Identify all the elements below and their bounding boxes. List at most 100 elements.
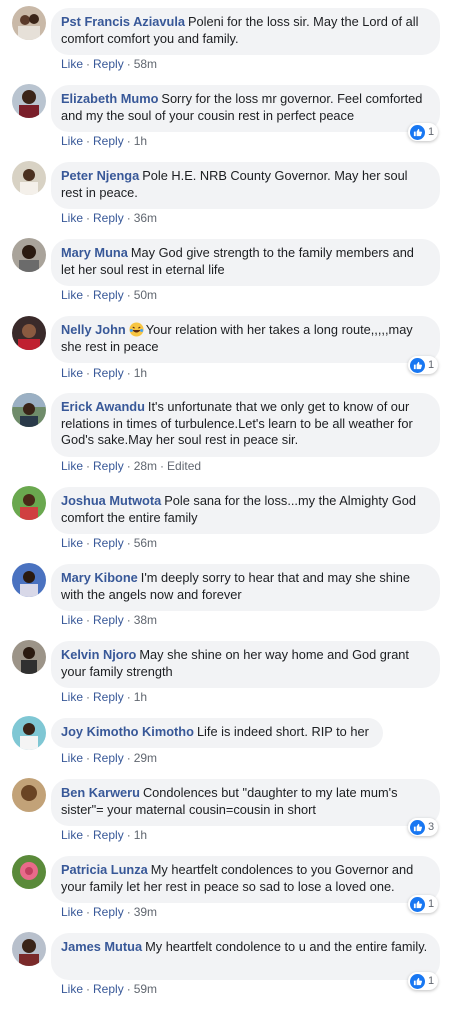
comment-author[interactable]: Patricia Lunza	[61, 862, 148, 877]
comment-time[interactable]: 1h	[134, 366, 147, 380]
like-link[interactable]: Like	[61, 57, 83, 71]
reaction-count[interactable]: 3	[408, 818, 439, 836]
comment-time[interactable]: 39m	[134, 905, 157, 919]
comment-author[interactable]: Ben Karweru	[61, 785, 140, 800]
avatar[interactable]	[12, 778, 46, 812]
reply-link[interactable]: Reply	[93, 751, 124, 765]
comment-author[interactable]: Mary Muna	[61, 245, 128, 260]
comment-actions: Like · Reply · 29m	[61, 751, 158, 765]
comment-bubble: Joshua Mutwota Pole sana for the loss...m…	[51, 487, 440, 534]
avatar[interactable]	[12, 486, 46, 520]
comment-bubble: Patricia Lunza My heartfelt condolences t…	[51, 856, 440, 903]
comment-author[interactable]: Mary Kibone	[61, 570, 138, 585]
like-link[interactable]: Like	[61, 982, 83, 996]
avatar[interactable]	[12, 316, 46, 350]
comment-bubble: Erick Awandu It's unfortunate that we onl…	[51, 393, 440, 457]
comment-actions: Like · Reply · 28m · Edited	[61, 459, 202, 473]
reaction-count[interactable]: 1	[408, 972, 439, 990]
reaction-count[interactable]: 1	[408, 895, 439, 913]
comment-bubble: Kelvin Njoro May she shine on her way hom…	[51, 641, 440, 688]
reply-link[interactable]: Reply	[93, 366, 124, 380]
comment-bubble: Elizabeth Mumo Sorry for the loss mr gove…	[51, 85, 440, 132]
reaction-number: 3	[428, 821, 435, 833]
reply-link[interactable]: Reply	[93, 690, 124, 704]
like-link[interactable]: Like	[61, 134, 83, 148]
comment-author[interactable]: Joshua Mutwota	[61, 493, 161, 508]
comment-time[interactable]: 36m	[134, 211, 157, 225]
like-link[interactable]: Like	[61, 690, 83, 704]
comment-author[interactable]: Peter Njenga	[61, 168, 139, 183]
avatar[interactable]	[12, 716, 46, 750]
comment-actions: Like · Reply · 1h	[61, 828, 148, 842]
comment-bubble: Nelly John Your relation with her takes a…	[51, 316, 440, 363]
reaction-number: 1	[428, 975, 435, 987]
reply-link[interactable]: Reply	[93, 211, 124, 225]
avatar[interactable]	[12, 238, 46, 272]
reply-link[interactable]: Reply	[93, 288, 124, 302]
comment-time[interactable]: 59m	[134, 982, 157, 996]
comment-actions: Like · Reply · 38m	[61, 613, 158, 627]
comment-actions: Like · Reply · 36m	[61, 211, 158, 225]
comment-time[interactable]: 56m	[134, 536, 157, 550]
like-link[interactable]: Like	[61, 751, 83, 765]
avatar[interactable]	[12, 84, 46, 118]
reaction-number: 1	[428, 359, 435, 371]
like-icon	[410, 973, 425, 989]
reaction-count[interactable]: 1	[408, 123, 439, 141]
reply-link[interactable]: Reply	[93, 536, 124, 550]
comment-bubble: Mary Muna May God give strength to the fa…	[51, 239, 440, 286]
comment-author[interactable]: Elizabeth Mumo	[61, 91, 158, 106]
comment-author[interactable]: Pst Francis Aziavula	[61, 14, 185, 29]
comment-actions: Like · Reply · 1h	[61, 690, 148, 704]
reply-link[interactable]: Reply	[93, 613, 124, 627]
avatar[interactable]	[12, 161, 46, 195]
avatar[interactable]	[12, 393, 46, 427]
like-link[interactable]: Like	[61, 288, 83, 302]
comment-time[interactable]: 38m	[134, 613, 157, 627]
comment-author[interactable]: Nelly John	[61, 322, 126, 337]
like-link[interactable]: Like	[61, 211, 83, 225]
avatar[interactable]	[12, 855, 46, 889]
comment-actions: Like · Reply · 50m	[61, 288, 158, 302]
reply-link[interactable]: Reply	[93, 905, 124, 919]
laughing-tears-emoji-icon	[129, 322, 144, 337]
avatar[interactable]	[12, 932, 46, 966]
comment-time[interactable]: 58m	[134, 57, 157, 71]
reaction-number: 1	[428, 898, 435, 910]
reply-link[interactable]: Reply	[93, 57, 124, 71]
reply-link[interactable]: Reply	[93, 982, 124, 996]
like-link[interactable]: Like	[61, 828, 83, 842]
comment-author[interactable]: James Mutua	[61, 939, 142, 954]
comment-actions: Like · Reply · 58m	[61, 57, 158, 71]
like-link[interactable]: Like	[61, 366, 83, 380]
comment-author[interactable]: Erick Awandu	[61, 399, 145, 414]
reply-link[interactable]: Reply	[93, 459, 124, 473]
comment-text: Life is indeed short. RIP to her	[196, 724, 369, 739]
comment-time[interactable]: 50m	[134, 288, 157, 302]
like-link[interactable]: Like	[61, 536, 83, 550]
comment-author[interactable]: Joy Kimotho Kimotho	[61, 724, 194, 739]
comment-actions: Like · Reply · 1h	[61, 134, 148, 148]
comment-bubble: Pst Francis Aziavula Poleni for the loss …	[51, 8, 440, 55]
avatar[interactable]	[12, 6, 46, 40]
reply-link[interactable]: Reply	[93, 134, 124, 148]
like-link[interactable]: Like	[61, 613, 83, 627]
avatar[interactable]	[12, 563, 46, 597]
like-link[interactable]: Like	[61, 459, 83, 473]
edited-label: Edited	[167, 459, 202, 473]
like-icon	[410, 819, 425, 835]
like-icon	[410, 357, 425, 373]
comment-author[interactable]: Kelvin Njoro	[61, 647, 136, 662]
comment-bubble: Peter Njenga Pole H.E. NRB County Governo…	[51, 162, 440, 209]
reaction-count[interactable]: 1	[408, 356, 439, 374]
comment-time[interactable]: 1h	[134, 134, 147, 148]
comment-time[interactable]: 1h	[134, 690, 147, 704]
comment-time[interactable]: 1h	[134, 828, 147, 842]
comment-actions: Like · Reply · 39m	[61, 905, 158, 919]
avatar[interactable]	[12, 640, 46, 674]
reply-link[interactable]: Reply	[93, 828, 124, 842]
comment-bubble: Joy Kimotho Kimotho Life is indeed short.…	[51, 718, 383, 748]
comment-time[interactable]: 28m	[134, 459, 157, 473]
like-link[interactable]: Like	[61, 905, 83, 919]
comment-time[interactable]: 29m	[134, 751, 157, 765]
